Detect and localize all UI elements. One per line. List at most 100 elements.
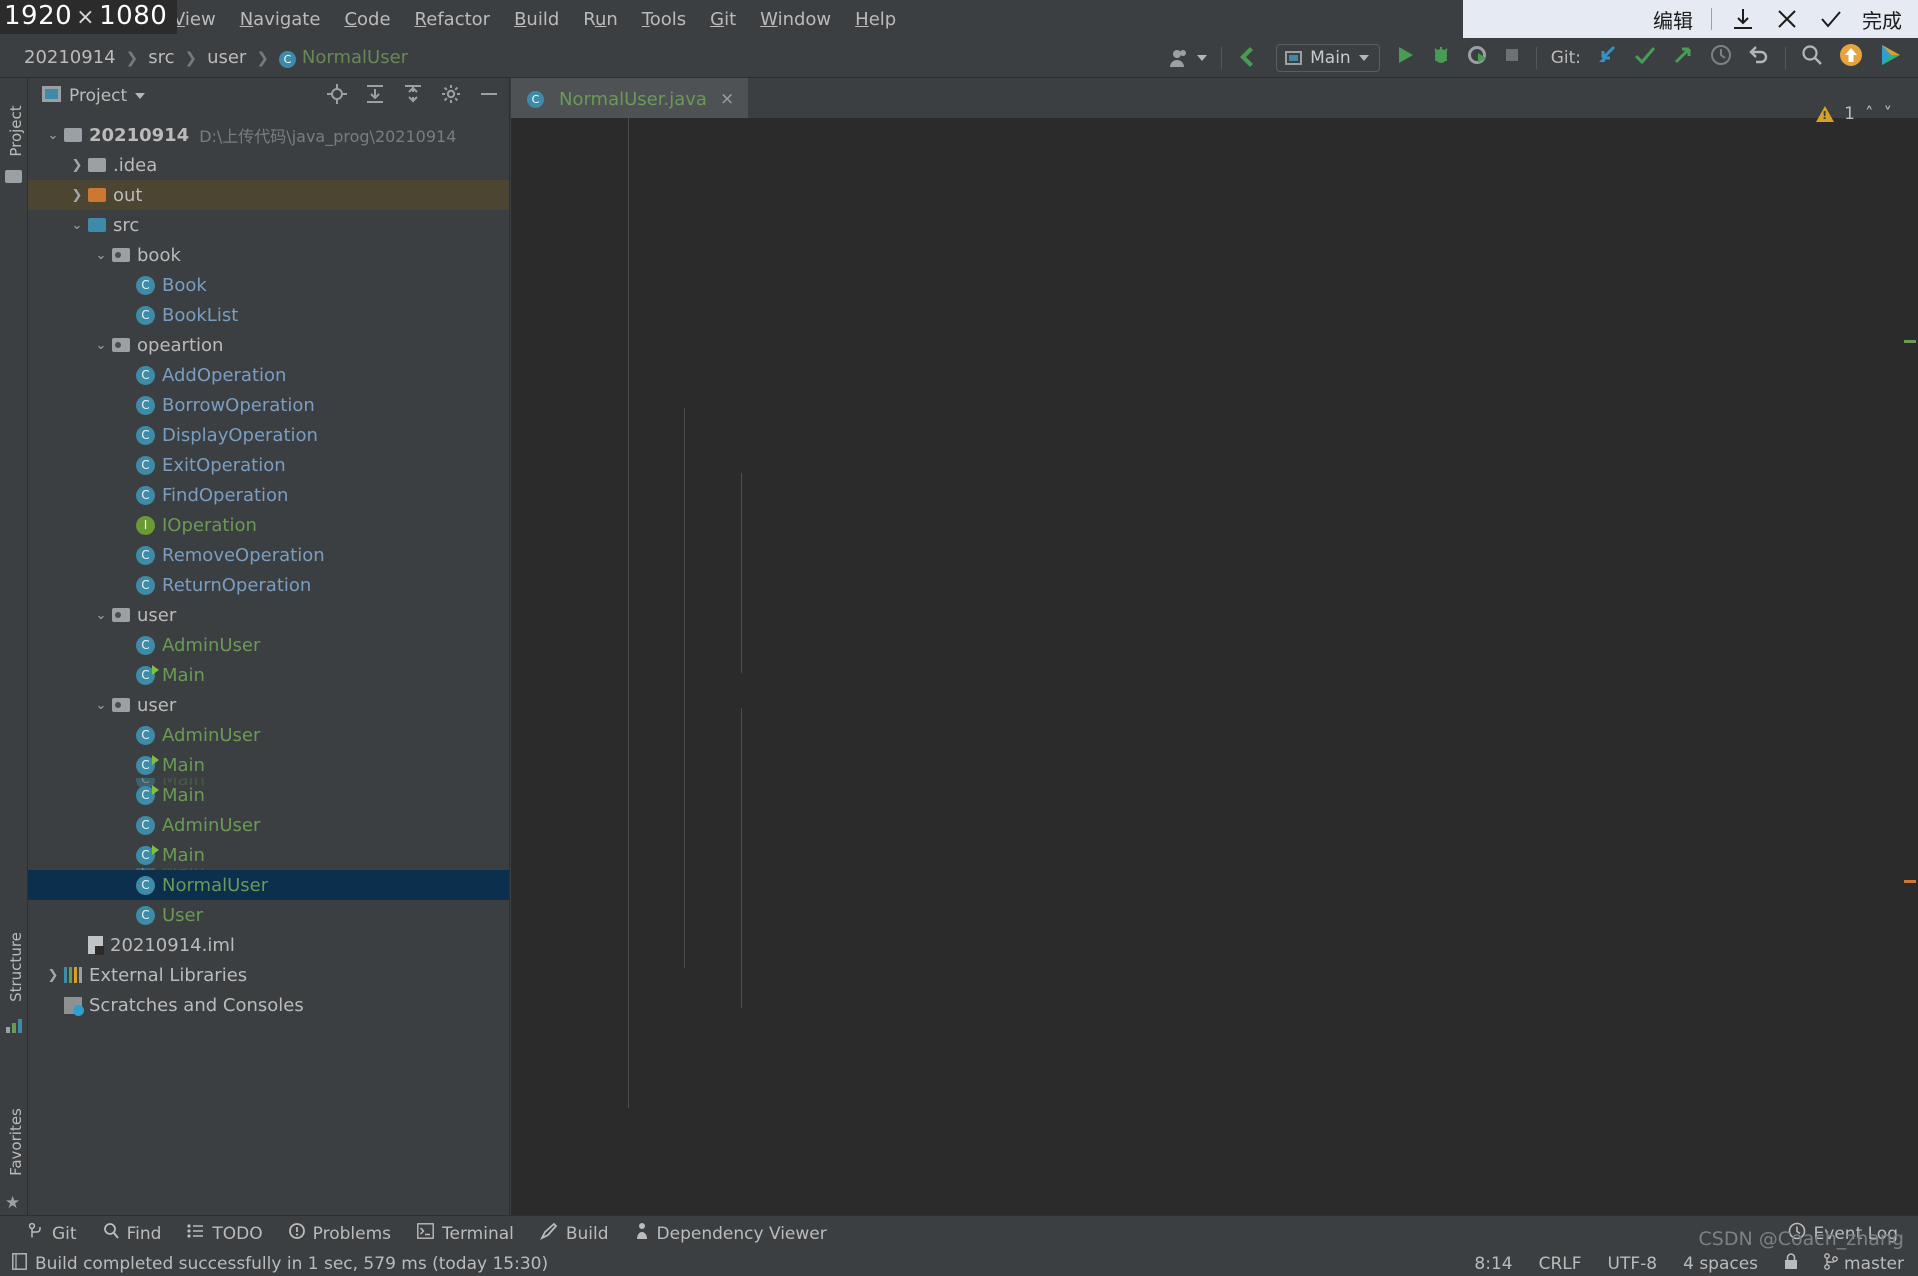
project-tree[interactable]: ⌄ 20210914 D:\上传代码\java_prog\20210914 ❯ .ide… [28, 114, 509, 1020]
check-icon[interactable] [1818, 6, 1844, 32]
caret-position[interactable]: 8:14 [1474, 1254, 1512, 1274]
code-line[interactable] [511, 1075, 1918, 1108]
search-everywhere-icon[interactable] [1800, 43, 1824, 72]
indent-setting[interactable]: 4 spaces [1683, 1254, 1758, 1274]
inspection-widget[interactable]: 1 ˄ ˅ [1816, 104, 1892, 124]
code-line[interactable] [511, 580, 1918, 613]
lock-icon[interactable] [1784, 1252, 1798, 1275]
tree-toggle[interactable]: ❯ [66, 158, 88, 173]
code-line[interactable] [511, 217, 1918, 250]
tree-node[interactable]: 20210914.iml [28, 930, 509, 960]
menu-window[interactable]: Window [748, 5, 843, 34]
tool-button-todo[interactable]: TODO [187, 1223, 263, 1244]
menu-build[interactable]: Build [502, 5, 571, 34]
download-icon[interactable] [1730, 6, 1756, 32]
menu-tools[interactable]: Tools [630, 5, 698, 34]
code-line[interactable] [511, 514, 1918, 547]
tree-node[interactable]: C FindOperation [28, 480, 509, 510]
tree-node[interactable]: C Main [28, 750, 509, 780]
update-available-icon[interactable] [1838, 42, 1864, 73]
tree-toggle[interactable]: ⌄ [42, 128, 64, 143]
debug-button[interactable] [1430, 44, 1452, 71]
breadcrumb[interactable]: 20210914 ❯ src ❯ user ❯ C NormalUser [0, 47, 414, 68]
tree-toggle[interactable]: ⌄ [90, 248, 112, 263]
profile-button[interactable] [1169, 48, 1208, 68]
code-line[interactable] [511, 1042, 1918, 1075]
menu-refactor[interactable]: Refactor [403, 5, 503, 34]
tool-button-problems[interactable]: Problems [288, 1222, 391, 1245]
code-line[interactable] [511, 712, 1918, 745]
tree-node[interactable]: ⌄ user [28, 690, 509, 720]
code-line[interactable] [511, 547, 1918, 580]
code-line[interactable] [511, 910, 1918, 943]
chevron-down-icon[interactable] [135, 93, 146, 99]
tree-node[interactable]: C DisplayOperation [28, 420, 509, 450]
next-problem-icon[interactable]: ˅ [1884, 104, 1893, 124]
close-icon[interactable] [1774, 6, 1800, 32]
tree-toggle[interactable]: ⌄ [90, 608, 112, 623]
code-line[interactable] [511, 976, 1918, 1009]
line-separator[interactable]: CRLF [1539, 1254, 1582, 1274]
code-line[interactable] [511, 151, 1918, 184]
menu-run[interactable]: Run [571, 5, 630, 34]
tree-node-selected[interactable]: C NormalUser [28, 870, 509, 900]
tree-node[interactable]: C Main [28, 840, 509, 870]
screenshot-edit-button[interactable]: 编辑 [1653, 5, 1693, 34]
tool-button-dependency-viewer[interactable]: Dependency Viewer [635, 1222, 827, 1245]
tree-node[interactable]: Scratches and Consoles [28, 990, 509, 1020]
tree-node[interactable]: ⌄ user [28, 600, 509, 630]
tree-node[interactable]: C ExitOperation [28, 450, 509, 480]
tree-toggle[interactable]: ⌄ [90, 698, 112, 713]
encoding[interactable]: UTF-8 [1608, 1254, 1658, 1274]
code-line[interactable] [511, 745, 1918, 778]
plugin-icon[interactable] [1878, 42, 1904, 73]
screenshot-done-button[interactable]: 完成 [1862, 5, 1902, 34]
code-line[interactable] [511, 943, 1918, 976]
code-line[interactable] [511, 877, 1918, 910]
breadcrumb-item-user[interactable]: user [201, 47, 252, 68]
tool-button-build[interactable]: Build [539, 1222, 609, 1245]
locate-icon[interactable] [327, 83, 347, 109]
code-line[interactable] [511, 184, 1918, 217]
back-arrow-icon[interactable] [1236, 43, 1262, 72]
code-line[interactable] [511, 316, 1918, 349]
git-update-icon[interactable] [1595, 44, 1619, 71]
editor-tab-normaluser[interactable]: C NormalUser.java × [511, 78, 749, 118]
tree-toggle[interactable]: ❯ [66, 188, 88, 203]
menu-code[interactable]: Code [332, 5, 402, 34]
code-line[interactable] [511, 349, 1918, 382]
rollback-icon[interactable] [1747, 43, 1771, 72]
code-line[interactable] [511, 118, 1918, 151]
tree-node[interactable]: ⌄ opeartion [28, 330, 509, 360]
tree-node[interactable]: C User [28, 900, 509, 930]
stop-button[interactable] [1502, 45, 1522, 70]
git-commit-icon[interactable] [1633, 44, 1657, 71]
tree-node[interactable]: C RemoveOperation [28, 540, 509, 570]
run-with-coverage-button[interactable] [1466, 44, 1488, 71]
tree-node[interactable]: C Main [28, 780, 509, 810]
breadcrumb-item-src[interactable]: src [142, 47, 180, 68]
menu-git[interactable]: Git [698, 5, 748, 34]
code-line[interactable] [511, 250, 1918, 283]
tool-button-git[interactable]: Git [28, 1222, 77, 1245]
code-line[interactable] [511, 613, 1918, 646]
collapse-all-icon[interactable] [403, 84, 423, 109]
tree-node[interactable]: C AdminUser [28, 720, 509, 750]
tree-node[interactable]: C AddOperation [28, 360, 509, 390]
close-icon[interactable]: × [720, 89, 734, 109]
tree-toggle[interactable]: ⌄ [66, 218, 88, 233]
settings-gear-icon[interactable] [441, 84, 461, 109]
tree-node[interactable]: ❯ External Libraries [28, 960, 509, 990]
tree-node[interactable]: C AdminUser [28, 630, 509, 660]
history-icon[interactable] [1709, 43, 1733, 72]
code-line[interactable] [511, 481, 1918, 514]
tree-node[interactable]: ❯ out [28, 180, 509, 210]
tree-node[interactable]: I IOperation [28, 510, 509, 540]
code-line[interactable] [511, 811, 1918, 844]
tree-node[interactable]: C Main [28, 660, 509, 690]
git-push-icon[interactable] [1671, 44, 1695, 71]
code-line[interactable] [511, 448, 1918, 481]
tool-button-favorites[interactable]: Favorites [7, 1102, 25, 1182]
code-line[interactable] [511, 283, 1918, 316]
code-line[interactable] [511, 415, 1918, 448]
